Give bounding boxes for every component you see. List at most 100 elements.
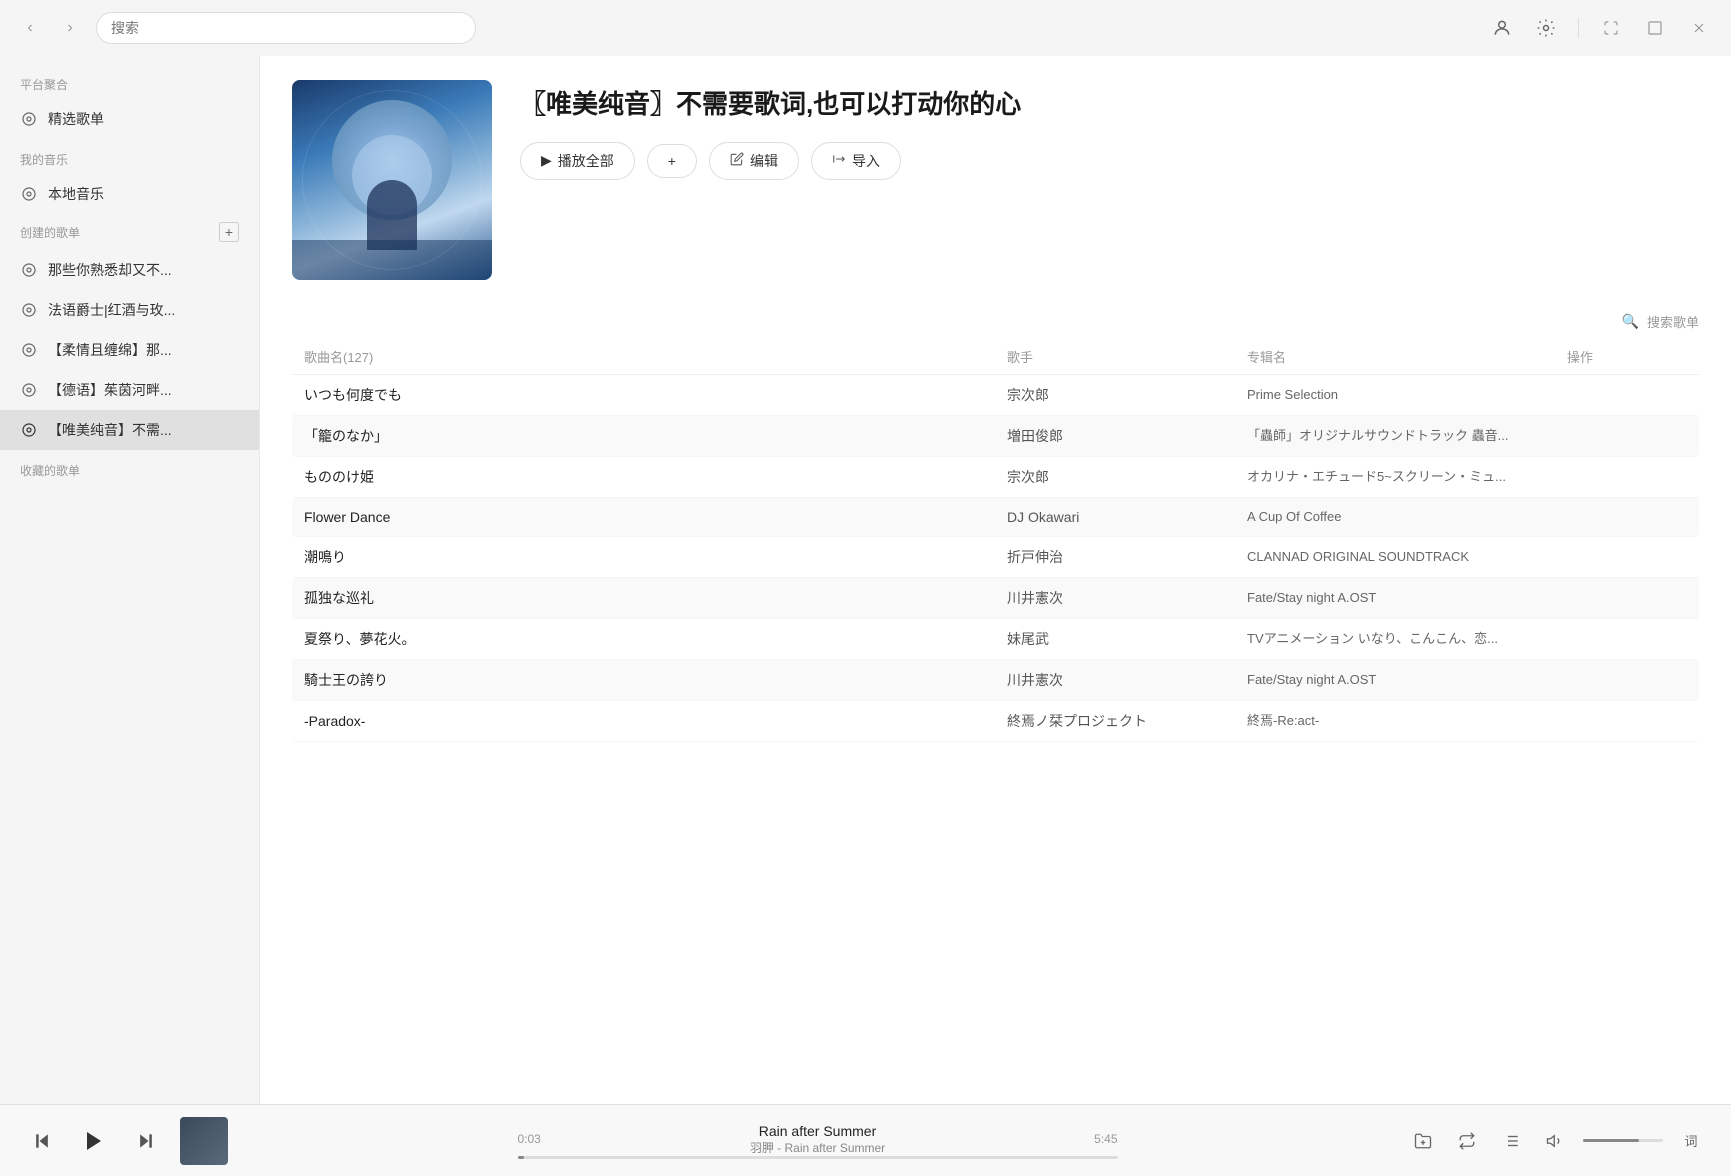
- play-all-button[interactable]: ▶ 播放全部: [520, 142, 635, 180]
- track-artist: 妹尾武: [1007, 629, 1247, 649]
- volume-button[interactable]: [1539, 1125, 1571, 1157]
- track-album: 終焉-Re:act-: [1247, 712, 1567, 730]
- track-artist: DJ Okawari: [1007, 509, 1247, 525]
- saved-playlists-label: 收藏的歌单: [0, 450, 259, 485]
- settings-icon-button[interactable]: [1530, 12, 1562, 44]
- title-bar: ‹ ›: [0, 0, 1731, 56]
- track-row[interactable]: -Paradox- 終焉ノ栞プロジェクト 終焉-Re:act-: [292, 701, 1699, 742]
- sidebar-item-label: 本地音乐: [48, 184, 239, 204]
- sidebar-item-label: 【德语】茱茵河畔...: [48, 380, 239, 400]
- queue-button[interactable]: [1495, 1125, 1527, 1157]
- track-row[interactable]: 騎士王の誇り 川井憲次 Fate/Stay night A.OST: [292, 660, 1699, 701]
- window-controls: [1486, 12, 1715, 44]
- track-album: Fate/Stay night A.OST: [1247, 589, 1567, 607]
- playlist-header: 〖唯美纯音〗不需要歌词,也可以打动你的心 ▶ 播放全部 +: [260, 56, 1731, 304]
- player-info-center: Rain after Summer 羽胛 - Rain after Summer: [549, 1123, 1086, 1156]
- search-label: 搜索歌单: [1647, 312, 1699, 331]
- forward-button[interactable]: ›: [56, 14, 84, 42]
- col-ops: 操作: [1567, 347, 1687, 366]
- track-row[interactable]: いつも何度でも 宗次郎 Prime Selection: [292, 375, 1699, 416]
- progress-bar[interactable]: [518, 1156, 1118, 1159]
- track-title: 潮鳴り: [304, 547, 1007, 567]
- track-row[interactable]: Flower Dance DJ Okawari A Cup Of Coffee: [292, 498, 1699, 537]
- track-artist: 宗次郎: [1007, 467, 1247, 487]
- star-icon: [20, 110, 38, 128]
- import-button[interactable]: 导入: [811, 142, 901, 180]
- content-area: 〖唯美纯音〗不需要歌词,也可以打动你的心 ▶ 播放全部 +: [260, 56, 1731, 1104]
- platform-section-title: 平台聚合: [0, 64, 259, 99]
- play-icon: ▶: [541, 152, 552, 169]
- track-title: 夏祭り、夢花火。: [304, 629, 1007, 649]
- track-list-header: 歌曲名(127) 歌手 专辑名 操作: [292, 339, 1699, 375]
- track-album: A Cup Of Coffee: [1247, 508, 1567, 526]
- edit-button[interactable]: 编辑: [709, 142, 799, 180]
- local-music-icon: [20, 185, 38, 203]
- playlist-icon-active: [20, 421, 38, 439]
- track-title: -Paradox-: [304, 713, 1007, 729]
- play-pause-button[interactable]: [76, 1123, 112, 1159]
- track-artist: 川井憲次: [1007, 670, 1247, 690]
- track-album: 「蟲師」オリジナルサウンドトラック 蟲音...: [1247, 427, 1567, 445]
- edit-icon: [730, 152, 744, 169]
- add-playlist-button[interactable]: +: [219, 222, 239, 242]
- user-icon-button[interactable]: [1486, 12, 1518, 44]
- sidebar-item-label: 精选歌单: [48, 109, 239, 129]
- track-album: Prime Selection: [1247, 386, 1567, 404]
- add-to-library-button[interactable]: [1407, 1125, 1439, 1157]
- sidebar-item-playlist1[interactable]: 那些你熟悉却又不...: [0, 250, 259, 290]
- prev-button[interactable]: [24, 1123, 60, 1159]
- playlist-icon: [20, 341, 38, 359]
- track-title: もののけ姫: [304, 467, 1007, 487]
- track-row[interactable]: 夏祭り、夢花火。 妹尾武 TVアニメーション いなり、こんこん、恋...: [292, 619, 1699, 660]
- player-progress-area: 0:03 Rain after Summer 羽胛 - Rain after S…: [244, 1123, 1391, 1159]
- track-album: オカリナ・エチュード5~スクリーン・ミュ...: [1247, 468, 1567, 486]
- sidebar-item-label: 【柔情且缠绵】那...: [48, 340, 239, 360]
- playlist-actions: ▶ 播放全部 + 编辑: [520, 142, 1699, 180]
- sidebar-item-local[interactable]: 本地音乐: [0, 174, 259, 214]
- import-label: 导入: [852, 151, 880, 171]
- progress-fill: [518, 1156, 524, 1159]
- track-row[interactable]: もののけ姫 宗次郎 オカリナ・エチュード5~スクリーン・ミュ...: [292, 457, 1699, 498]
- track-row[interactable]: 潮鳴り 折戸伸治 CLANNAD ORIGINAL SOUNDTRACK: [292, 537, 1699, 578]
- divider: [1578, 18, 1579, 38]
- restore-button[interactable]: [1595, 12, 1627, 44]
- player-controls: [24, 1123, 164, 1159]
- created-playlists-label: 创建的歌单: [20, 224, 80, 241]
- cover-image: [292, 80, 492, 280]
- playlist-icon: [20, 301, 38, 319]
- back-button[interactable]: ‹: [16, 14, 44, 42]
- add-button[interactable]: +: [647, 144, 697, 178]
- col-album: 专辑名: [1247, 347, 1567, 366]
- track-album: Fate/Stay night A.OST: [1247, 671, 1567, 689]
- lyrics-button[interactable]: 词: [1675, 1125, 1707, 1157]
- track-row[interactable]: 孤独な巡礼 川井憲次 Fate/Stay night A.OST: [292, 578, 1699, 619]
- playlist-cover: [292, 80, 492, 280]
- sidebar-item-playlist4[interactable]: 【德语】茱茵河畔...: [0, 370, 259, 410]
- volume-bar[interactable]: [1583, 1139, 1663, 1142]
- track-artist: 折戸伸治: [1007, 547, 1247, 567]
- track-title: 孤独な巡礼: [304, 588, 1007, 608]
- lyrics-label: 词: [1684, 1131, 1697, 1150]
- playlist-info: 〖唯美纯音〗不需要歌词,也可以打动你的心 ▶ 播放全部 +: [520, 80, 1699, 180]
- close-button[interactable]: [1683, 12, 1715, 44]
- player-track-artist: 羽胛 - Rain after Summer: [549, 1139, 1086, 1156]
- player-bar: 0:03 Rain after Summer 羽胛 - Rain after S…: [0, 1104, 1731, 1176]
- volume-fill: [1583, 1139, 1639, 1142]
- current-time: 0:03: [518, 1132, 541, 1146]
- loop-button[interactable]: [1451, 1125, 1483, 1157]
- created-playlists-header: 创建的歌单 +: [0, 214, 259, 250]
- search-input[interactable]: [96, 12, 476, 44]
- search-icon: 🔍: [1622, 313, 1639, 330]
- playlist-title: 〖唯美纯音〗不需要歌词,也可以打动你的心: [520, 88, 1699, 122]
- next-button[interactable]: [128, 1123, 164, 1159]
- track-row[interactable]: 「籠のなか」 増田俊郎 「蟲師」オリジナルサウンドトラック 蟲音...: [292, 416, 1699, 457]
- sidebar-item-playlist3[interactable]: 【柔情且缠绵】那...: [0, 330, 259, 370]
- sidebar-item-playlist2[interactable]: 法语爵士|红酒与玫...: [0, 290, 259, 330]
- track-title: 「籠のなか」: [304, 426, 1007, 446]
- my-music-section-title: 我的音乐: [0, 139, 259, 174]
- track-artist: 宗次郎: [1007, 385, 1247, 405]
- sidebar-item-playlist5[interactable]: 【唯美纯音】不需...: [0, 410, 259, 450]
- maximize-button[interactable]: [1639, 12, 1671, 44]
- sidebar-item-featured[interactable]: 精选歌单: [0, 99, 259, 139]
- plus-icon: +: [668, 153, 676, 169]
